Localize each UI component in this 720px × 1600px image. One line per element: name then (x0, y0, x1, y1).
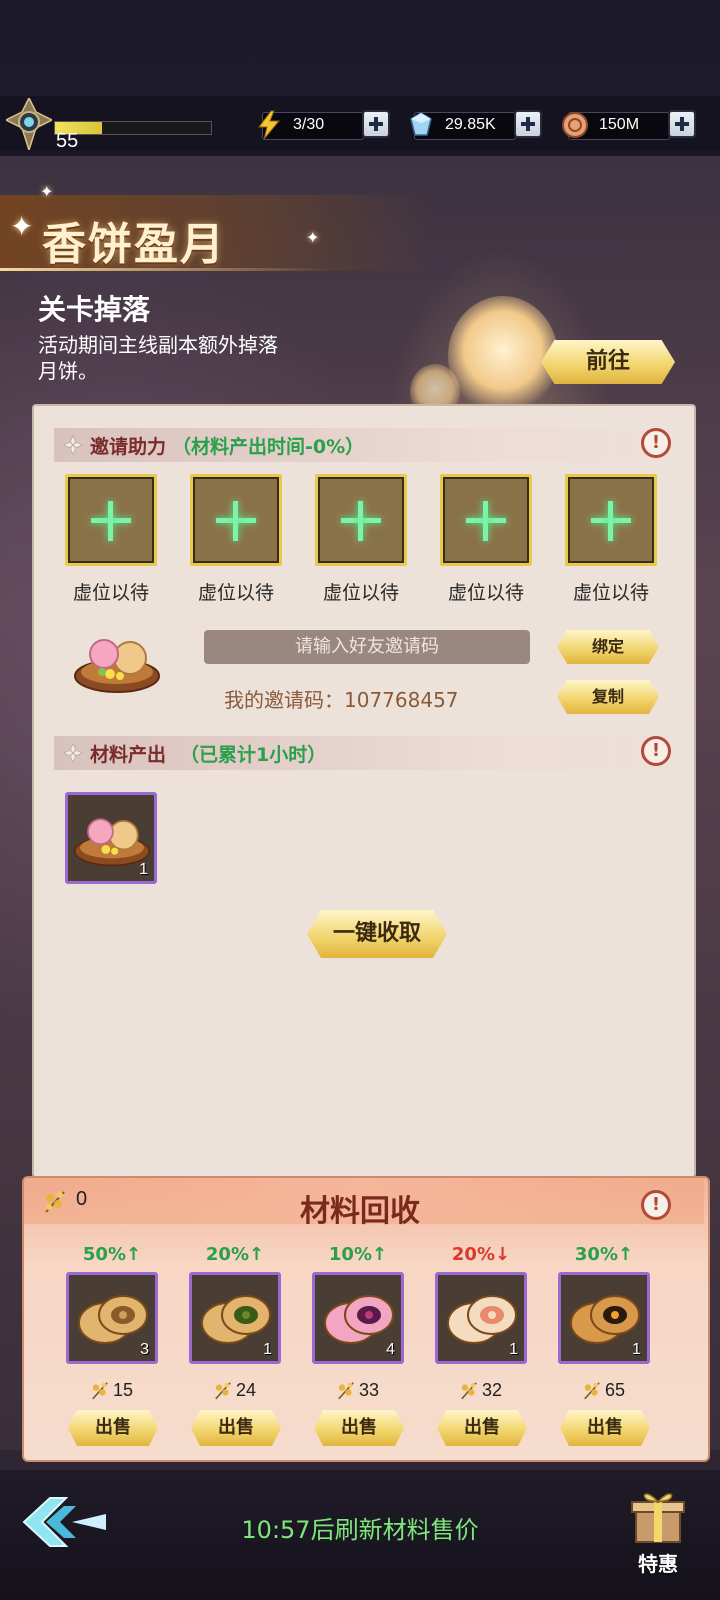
sparkle-icon: ✦ (10, 210, 34, 243)
sell-button[interactable]: 出售 (560, 1410, 650, 1446)
sell-button-label: 出售 (95, 1417, 131, 1438)
output-section-header: 材料产出 （已累计1小时） (54, 736, 670, 770)
output-item[interactable]: 1 (65, 792, 157, 884)
mooncake-plate-icon (74, 639, 160, 693)
copy-button-label: 复制 (591, 687, 624, 706)
sell-button-label: 出售 (218, 1417, 254, 1438)
player-level: 55 (56, 130, 79, 152)
sparkle-icon: ✦ (306, 228, 320, 247)
gem-icon (410, 112, 432, 136)
recycle-info-button[interactable]: ! (641, 1190, 671, 1220)
gems-value: 29.85K (445, 116, 496, 133)
price-change-percent: 20%↑ (205, 1244, 265, 1265)
lightning-icon (258, 110, 281, 140)
fleur-icon (63, 743, 83, 763)
output-section-label: 材料产出 (90, 744, 167, 766)
energy-value: 3/30 (293, 116, 325, 133)
add-gems-button[interactable] (514, 110, 542, 138)
mooncake-icon (447, 1295, 517, 1344)
recycle-item[interactable]: 1 (189, 1272, 281, 1364)
output-info-button[interactable]: ! (641, 736, 671, 766)
collect-all-label: 一键收取 (332, 921, 421, 946)
goto-button[interactable]: 前往 (541, 340, 675, 384)
item-count: 1 (632, 1341, 641, 1358)
energy-display: 3/30 (258, 110, 364, 140)
invite-slot[interactable] (565, 474, 657, 566)
add-energy-button[interactable] (362, 110, 390, 138)
special-offer-label[interactable]: 特惠 (626, 1548, 690, 1577)
bind-button-label: 绑定 (591, 637, 624, 656)
item-count: 4 (386, 1341, 395, 1358)
item-count: 1 (263, 1341, 272, 1358)
sell-price: 33 (358, 1380, 380, 1400)
invite-slot-label: 虚位以待 (322, 582, 399, 604)
recycle-title: 材料回收 (300, 1194, 420, 1229)
coins-display: 150M (562, 112, 670, 140)
sell-button-label: 出售 (464, 1417, 500, 1438)
recycle-item[interactable]: 1 (435, 1272, 527, 1364)
price-change-percent: 30%↑ (574, 1244, 634, 1265)
stage-drop-title: 关卡掉落 (38, 293, 151, 326)
recycle-item[interactable]: 4 (312, 1272, 404, 1364)
invite-slot-label: 虚位以待 (197, 582, 274, 604)
my-invite-code: 我的邀请码：107768457 (224, 688, 459, 712)
invite-info-button[interactable]: ! (641, 428, 671, 458)
coin-icon (562, 112, 588, 138)
invite-section-sub: （材料产出时间-0%） (172, 436, 365, 458)
gift-box-icon[interactable] (626, 1486, 690, 1546)
invite-slot-label: 虚位以待 (72, 582, 149, 604)
fleur-icon (63, 435, 83, 455)
output-section-sub: （已累计1小时） (180, 744, 327, 766)
mooncake-icon (570, 1295, 640, 1344)
sell-price: 24 (235, 1380, 257, 1400)
item-count: 3 (140, 1341, 149, 1358)
price-change-percent: 50%↑ (82, 1244, 142, 1265)
bind-button[interactable]: 绑定 (557, 630, 659, 664)
price-refresh-timer: 10:57后刷新材料售价 (241, 1516, 479, 1544)
sell-price: 32 (481, 1380, 503, 1400)
item-count: 1 (509, 1341, 518, 1358)
invite-slot-label: 虚位以待 (572, 582, 649, 604)
recycle-item[interactable]: 1 (558, 1272, 650, 1364)
sell-price: 65 (604, 1380, 626, 1400)
mooncake-icon (78, 1295, 148, 1344)
recycle-item[interactable]: 3 (66, 1272, 158, 1364)
invite-code-input[interactable]: 请输入好友邀请码 (204, 630, 530, 664)
event-title: 香饼盈月 (42, 219, 226, 270)
gems-display: 29.85K (410, 112, 516, 140)
price-change-percent: 20%↓ (451, 1244, 511, 1265)
invite-slot-label: 虚位以待 (447, 582, 524, 604)
sell-button[interactable]: 出售 (437, 1410, 527, 1446)
invite-slot[interactable] (190, 474, 282, 566)
invite-section-label: 邀请助力 (90, 436, 167, 458)
invite-slot[interactable] (65, 474, 157, 566)
sell-price: 15 (112, 1380, 134, 1400)
level-emblem-icon (6, 98, 52, 150)
coins-value: 150M (599, 116, 640, 133)
price-change-percent: 10%↑ (328, 1244, 388, 1265)
lantern-decoration (448, 296, 558, 416)
mooncake-icon (201, 1295, 271, 1344)
collect-all-button[interactable]: 一键收取 (307, 910, 447, 958)
sell-button[interactable]: 出售 (68, 1410, 158, 1446)
add-coins-button[interactable] (668, 110, 696, 138)
copy-button[interactable]: 复制 (557, 680, 659, 714)
item-count: 1 (139, 861, 148, 878)
invite-section-header: 邀请助力 （材料产出时间-0%） (54, 428, 670, 462)
invite-slot[interactable] (440, 474, 532, 566)
sell-button-label: 出售 (341, 1417, 377, 1438)
sell-button-label: 出售 (587, 1417, 623, 1438)
sell-button[interactable]: 出售 (191, 1410, 281, 1446)
stage-drop-description: 活动期间主线副本额外掉落月饼。 (38, 333, 278, 383)
sparkle-icon: ✦ (40, 182, 54, 201)
invite-slot[interactable] (315, 474, 407, 566)
mooncake-icon (324, 1295, 394, 1344)
sell-button[interactable]: 出售 (314, 1410, 404, 1446)
goto-button-label: 前往 (585, 349, 630, 374)
